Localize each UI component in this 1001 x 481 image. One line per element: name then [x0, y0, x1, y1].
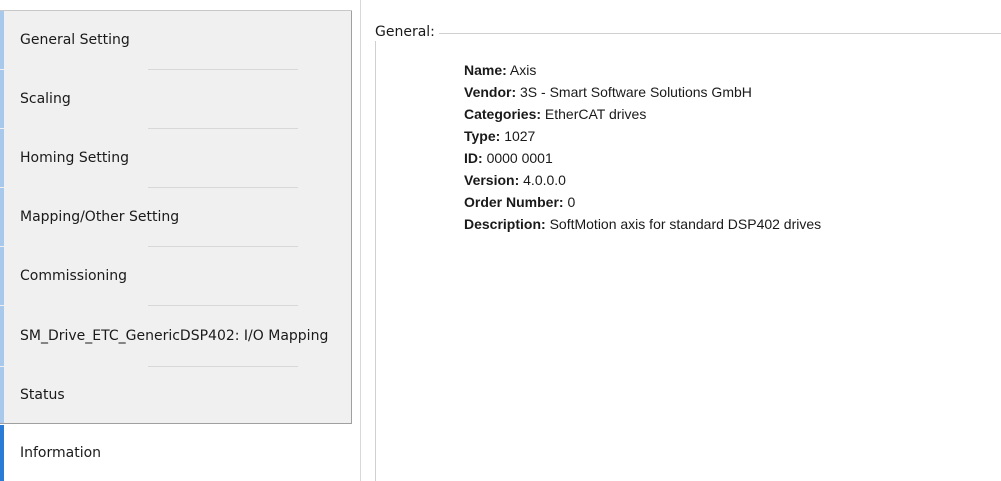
info-row-order-number: Order Number: 0	[464, 191, 821, 213]
information-panel: General: Name: Axis Vendor: 3S - Smart S…	[360, 0, 1001, 481]
sidebar-item-accent	[0, 129, 4, 187]
sidebar-item-io-mapping[interactable]: SM_Drive_ETC_GenericDSP402: I/O Mapping	[0, 306, 352, 366]
sidebar-item-status[interactable]: Status	[0, 367, 352, 423]
sidebar-item-label: Information	[20, 445, 102, 461]
sidebar-item-commissioning[interactable]: Commissioning	[0, 247, 352, 305]
info-row-categories: Categories: EtherCAT drives	[464, 103, 821, 125]
sidebar-item-label: Homing Setting	[20, 150, 129, 166]
sidebar-item-label: General Setting	[20, 32, 130, 48]
info-key: Vendor:	[464, 84, 517, 100]
info-row-description: Description: SoftMotion axis for standar…	[464, 213, 821, 235]
info-value: 3S - Smart Software Solutions GmbH	[520, 84, 752, 100]
group-box-border	[375, 33, 1001, 34]
info-key: Description:	[464, 216, 546, 232]
sidebar-item-general-setting[interactable]: General Setting	[0, 11, 352, 69]
sidebar-item-accent	[0, 70, 4, 128]
sidebar-item-label: Commissioning	[20, 268, 128, 284]
sidebar-item-accent	[0, 247, 4, 305]
info-value: Axis	[509, 62, 537, 78]
sidebar-item-label: SM_Drive_ETC_GenericDSP402: I/O Mapping	[20, 328, 329, 344]
sidebar: General Setting Scaling Homing Setting M…	[0, 0, 360, 481]
info-key: Type:	[464, 128, 501, 144]
info-value: 1027	[504, 128, 536, 144]
info-key: Categories:	[464, 106, 542, 122]
sidebar-item-label: Mapping/Other Setting	[20, 209, 180, 225]
info-row-type: Type: 1027	[464, 125, 821, 147]
sidebar-item-mapping-other-setting[interactable]: Mapping/Other Setting	[0, 188, 352, 246]
info-value: 0000 0001	[486, 150, 553, 166]
info-row-vendor: Vendor: 3S - Smart Software Solutions Gm…	[464, 81, 821, 103]
sidebar-item-label: Scaling	[20, 91, 71, 107]
info-row-id: ID: 0000 0001	[464, 147, 821, 169]
info-value: EtherCAT drives	[544, 106, 647, 122]
info-list: Name: Axis Vendor: 3S - Smart Software S…	[464, 59, 821, 235]
info-row-name: Name: Axis	[464, 59, 821, 81]
device-editor: General Setting Scaling Homing Setting M…	[0, 0, 1001, 481]
sidebar-item-label: Status	[20, 387, 65, 403]
info-key: Order Number:	[464, 194, 564, 210]
sidebar-item-information[interactable]: Information	[0, 425, 352, 481]
info-value: 0	[567, 194, 576, 210]
sidebar-item-accent	[0, 306, 4, 366]
sidebar-item-accent	[0, 11, 4, 69]
info-key: ID:	[464, 150, 483, 166]
info-key: Version:	[464, 172, 520, 188]
sidebar-item-homing-setting[interactable]: Homing Setting	[0, 129, 352, 187]
info-value: SoftMotion axis for standard DSP402 driv…	[549, 216, 822, 232]
sidebar-item-accent	[0, 188, 4, 246]
sidebar-item-accent-active	[0, 425, 4, 481]
info-key: Name:	[464, 62, 507, 78]
info-row-version: Version: 4.0.0.0	[464, 169, 821, 191]
group-title: General:	[371, 23, 439, 41]
info-value: 4.0.0.0	[523, 172, 566, 188]
group-box-border-left	[375, 33, 376, 481]
sidebar-item-accent	[0, 367, 4, 423]
sidebar-item-scaling[interactable]: Scaling	[0, 70, 352, 128]
